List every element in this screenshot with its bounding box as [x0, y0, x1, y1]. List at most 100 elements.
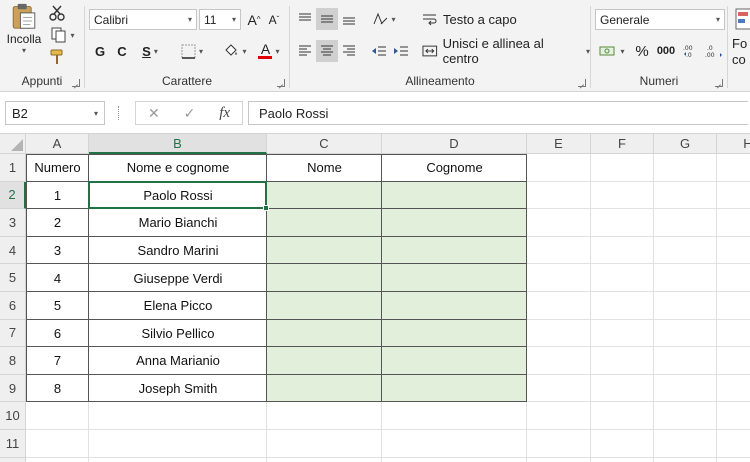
table-header-cell[interactable]: Nome e cognome	[89, 154, 267, 182]
number-format-select[interactable]: Generale ▾	[595, 9, 725, 30]
formula-bar-grip[interactable]	[118, 106, 121, 120]
font-name-value: Calibri	[94, 12, 129, 27]
conditional-format-label-2: co	[732, 52, 746, 67]
column-header-f[interactable]: F	[591, 134, 654, 154]
dialog-launcher-icon[interactable]	[578, 79, 586, 87]
shrink-font-button[interactable]: Aˇ	[265, 9, 283, 30]
column-header-c[interactable]: C	[267, 134, 382, 154]
column-header-a[interactable]: A	[26, 134, 89, 154]
chevron-down-icon: ▾	[242, 46, 247, 56]
column-header-d[interactable]: D	[382, 134, 527, 154]
row-header-4[interactable]: 4	[0, 236, 26, 265]
row-header-11[interactable]: 11	[0, 430, 26, 458]
align-center-button[interactable]	[316, 40, 338, 62]
chevron-down-icon: ▾	[231, 15, 236, 24]
conditional-format-label-1: Fo	[732, 36, 748, 51]
font-size-value: 11	[204, 12, 217, 27]
increase-decimal-icon: .00.0	[683, 45, 693, 58]
conditional-format-button[interactable]: Fo co	[732, 36, 750, 72]
chevron-down-icon: ▾	[391, 14, 396, 24]
name-box[interactable]: B2 ▾	[5, 101, 105, 125]
decrease-decimal-button[interactable]: .0.00	[703, 40, 725, 62]
select-all-corner[interactable]	[0, 134, 26, 154]
increase-decimal-button[interactable]: .00.0	[681, 40, 703, 62]
orientation-button[interactable]: ▾	[368, 8, 400, 30]
cell-numero[interactable]: 3	[26, 237, 89, 265]
row-header-1[interactable]: 1	[0, 154, 26, 182]
fill-color-button[interactable]: ▾	[219, 40, 251, 62]
italic-button[interactable]: C	[113, 40, 131, 62]
formula-buttons: ✕ ✓ fx	[135, 101, 243, 125]
dialog-launcher-icon[interactable]	[715, 79, 723, 87]
align-bottom-button[interactable]	[338, 8, 360, 30]
cell-nome-cognome[interactable]: Giuseppe Verdi	[89, 264, 267, 292]
worksheet-grid[interactable]: Numero Nome e cognome Nome Cognome 1 Paolo Ro…	[0, 134, 750, 462]
wrap-text-button[interactable]: Testo a capo	[422, 8, 532, 30]
cell-numero[interactable]: 8	[26, 375, 89, 403]
align-top-button[interactable]	[294, 8, 316, 30]
row-header-10[interactable]: 10	[0, 402, 26, 430]
cell-numero[interactable]: 1	[26, 182, 89, 210]
percent-icon: %	[635, 42, 649, 60]
column-header-e[interactable]: E	[527, 134, 591, 154]
percent-style-button[interactable]: %	[633, 40, 651, 62]
merge-center-button[interactable]: Unisci e allinea al centro ▾	[422, 36, 590, 66]
enter-icon[interactable]: ✓	[184, 105, 196, 122]
cell-numero[interactable]: 4	[26, 264, 89, 292]
table-border	[26, 401, 527, 403]
insert-function-icon[interactable]: fx	[219, 105, 230, 122]
decrease-indent-button[interactable]	[368, 40, 390, 62]
cell-nome-cognome[interactable]: Mario Bianchi	[89, 209, 267, 237]
align-right-button[interactable]	[338, 40, 360, 62]
dialog-launcher-icon[interactable]	[72, 79, 80, 87]
formula-input[interactable]: Paolo Rossi	[248, 101, 748, 125]
row-header-6[interactable]: 6	[0, 292, 26, 320]
paste-button[interactable]: Incolla ▾	[4, 3, 44, 55]
align-left-button[interactable]	[294, 40, 316, 62]
fill-handle[interactable]	[263, 205, 269, 212]
cancel-icon[interactable]: ✕	[148, 105, 160, 122]
font-color-button[interactable]: A ▾	[253, 40, 285, 62]
font-size-select[interactable]: 11 ▾	[199, 9, 241, 30]
cell-nome-cognome[interactable]: Elena Picco	[89, 292, 267, 320]
cell-nome-cognome[interactable]: Joseph Smith	[89, 375, 267, 403]
grow-font-button[interactable]: A ^	[245, 9, 263, 30]
column-header-b[interactable]: B	[89, 134, 267, 154]
row-header-9[interactable]: 9	[0, 374, 26, 403]
dialog-launcher-icon[interactable]	[277, 79, 285, 87]
cell-nome-cognome[interactable]: Sandro Marini	[89, 237, 267, 265]
table-header-cell[interactable]: Numero	[26, 154, 89, 182]
column-header-g[interactable]: G	[654, 134, 717, 154]
bold-button[interactable]: G	[91, 40, 109, 62]
row-header-12[interactable]: 12	[0, 457, 26, 462]
accounting-format-button[interactable]: ▾	[595, 40, 629, 62]
cell-nome-cognome[interactable]: Silvio Pellico	[89, 320, 267, 348]
comma-style-button[interactable]: 000	[653, 40, 679, 62]
underline-button[interactable]: S ▾	[135, 40, 165, 62]
increase-indent-button[interactable]	[390, 40, 412, 62]
row-header-8[interactable]: 8	[0, 347, 26, 375]
name-box-value: B2	[12, 105, 28, 121]
table-header-cell[interactable]: Cognome	[382, 154, 527, 182]
cut-button[interactable]	[46, 3, 68, 23]
table-header-cell[interactable]: Nome	[267, 154, 382, 182]
chevron-down-icon: ▾	[21, 46, 26, 55]
gridline-vertical	[653, 154, 654, 462]
row-header-2[interactable]: 2	[0, 181, 26, 210]
group-allineamento: ▾ Testo a capo Unisci e allinea al centr…	[290, 0, 590, 91]
borders-button[interactable]: ▾	[175, 40, 209, 62]
row-header-3[interactable]: 3	[0, 209, 26, 237]
font-name-select[interactable]: Calibri ▾	[89, 9, 197, 30]
copy-button[interactable]: ▾	[46, 25, 80, 45]
cell-numero[interactable]: 2	[26, 209, 89, 237]
column-header-h[interactable]: H	[717, 134, 750, 154]
cell-numero[interactable]: 6	[26, 320, 89, 348]
cell-numero[interactable]: 5	[26, 292, 89, 320]
align-middle-button[interactable]	[316, 8, 338, 30]
cell-nome-cognome[interactable]: Anna Marianio	[89, 347, 267, 375]
format-painter-button[interactable]	[46, 47, 68, 67]
text-orientation-icon	[374, 12, 388, 25]
row-header-5[interactable]: 5	[0, 264, 26, 292]
row-header-7[interactable]: 7	[0, 319, 26, 348]
cell-numero[interactable]: 7	[26, 347, 89, 375]
